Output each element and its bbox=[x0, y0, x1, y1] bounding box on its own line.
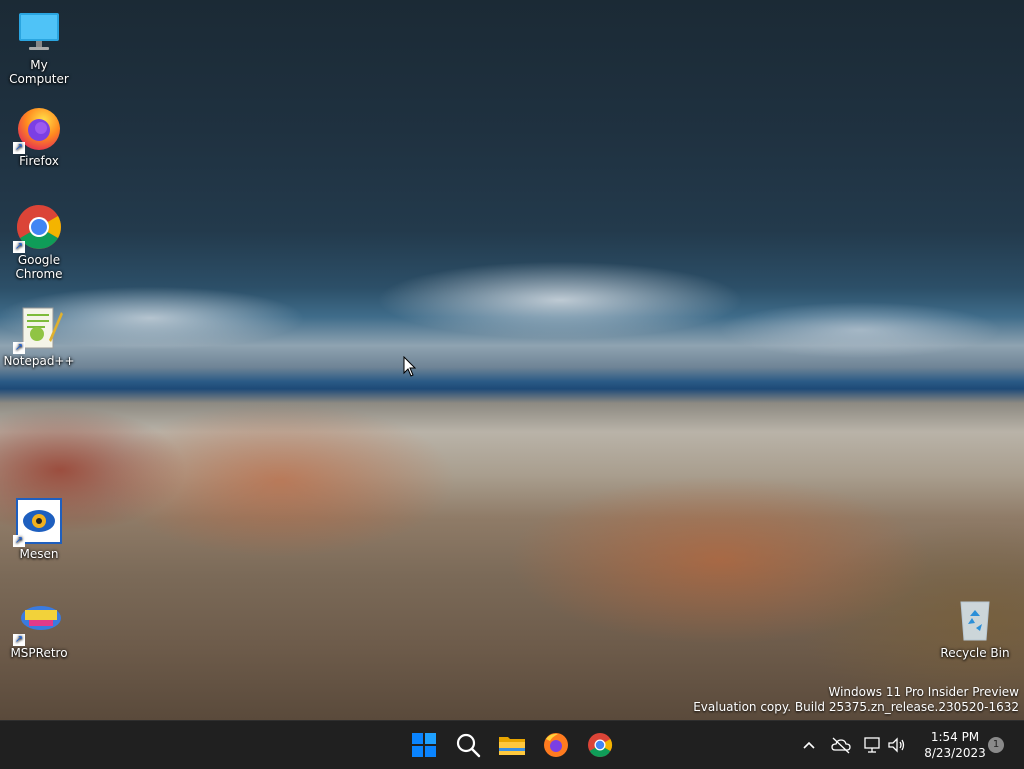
shortcut-arrow-icon: ↗ bbox=[13, 342, 25, 354]
notification-count: 1 bbox=[992, 739, 1000, 750]
notification-badge[interactable]: 1 bbox=[988, 737, 1004, 753]
chrome-icon bbox=[588, 733, 613, 758]
desktop-icon-firefox[interactable]: ↗ Firefox bbox=[0, 104, 78, 168]
volume-button[interactable] bbox=[886, 734, 906, 756]
desktop-icon-label: Mesen bbox=[19, 547, 59, 561]
cloud-status-button[interactable] bbox=[830, 734, 852, 756]
notepad-plus-plus-icon: ↗ bbox=[13, 304, 63, 354]
desktop-icon-label: Google Chrome bbox=[15, 253, 63, 281]
search-button[interactable] bbox=[452, 729, 484, 761]
speaker-icon bbox=[888, 737, 905, 753]
watermark-edition: Windows 11 Pro Insider Preview bbox=[828, 685, 1019, 699]
build-watermark: Windows 11 Pro Insider Preview Evaluatio… bbox=[693, 685, 1019, 715]
desktop-icon-mspretro[interactable]: ↗ MSPRetro bbox=[0, 596, 78, 660]
firefox-icon: ↗ bbox=[13, 104, 63, 154]
start-button[interactable] bbox=[408, 729, 440, 761]
shortcut-arrow-icon: ↗ bbox=[13, 634, 25, 646]
desktop-icon-label: Notepad++ bbox=[3, 354, 75, 368]
clock-button[interactable]: 1:54 PM 8/23/2023 bbox=[910, 729, 1000, 761]
network-icon bbox=[864, 737, 880, 753]
shortcut-arrow-icon: ↗ bbox=[13, 535, 25, 547]
mspretro-icon: ↗ bbox=[13, 596, 63, 646]
shortcut-arrow-icon: ↗ bbox=[13, 142, 25, 154]
file-explorer-button[interactable] bbox=[496, 729, 528, 761]
cloud-off-icon bbox=[831, 737, 851, 754]
desktop-icon-recycle-bin[interactable]: Recycle Bin bbox=[936, 596, 1014, 660]
chrome-taskbar-button[interactable] bbox=[584, 729, 616, 761]
network-button[interactable] bbox=[862, 734, 882, 756]
mouse-cursor-icon bbox=[403, 356, 417, 377]
firefox-taskbar-button[interactable] bbox=[540, 729, 572, 761]
desktop-icon-label: My Computer bbox=[9, 58, 69, 86]
start-icon bbox=[412, 733, 436, 757]
mesen-icon: ↗ bbox=[13, 497, 63, 547]
file-explorer-icon bbox=[499, 737, 525, 755]
recycle-bin-icon bbox=[951, 596, 999, 644]
firefox-icon bbox=[544, 733, 568, 757]
desktop-icon-my-computer[interactable]: My Computer bbox=[0, 8, 78, 86]
clock-time: 1:54 PM bbox=[930, 730, 980, 744]
monitor-icon bbox=[15, 8, 63, 56]
clock-date: 8/23/2023 bbox=[924, 746, 986, 760]
chevron-up-icon bbox=[803, 741, 815, 749]
show-hidden-icons-button[interactable] bbox=[800, 734, 818, 756]
chrome-icon: ↗ bbox=[13, 203, 63, 253]
search-icon bbox=[456, 733, 481, 758]
desktop-icon-label: Recycle Bin bbox=[940, 646, 1010, 660]
shortcut-arrow-icon: ↗ bbox=[13, 241, 25, 253]
desktop-icon-notepad-plus-plus[interactable]: ↗ Notepad++ bbox=[0, 304, 78, 368]
desktop-icon-label: MSPRetro bbox=[10, 646, 68, 660]
desktop-icon-label: Firefox bbox=[19, 154, 59, 168]
desktop-wallpaper bbox=[0, 0, 1024, 720]
watermark-build: Evaluation copy. Build 25375.zn_release.… bbox=[693, 700, 1019, 714]
desktop-icon-google-chrome[interactable]: ↗ Google Chrome bbox=[0, 203, 78, 281]
desktop-icon-mesen[interactable]: ↗ Mesen bbox=[0, 497, 78, 561]
taskbar: 1:54 PM 8/23/2023 1 bbox=[0, 720, 1024, 769]
